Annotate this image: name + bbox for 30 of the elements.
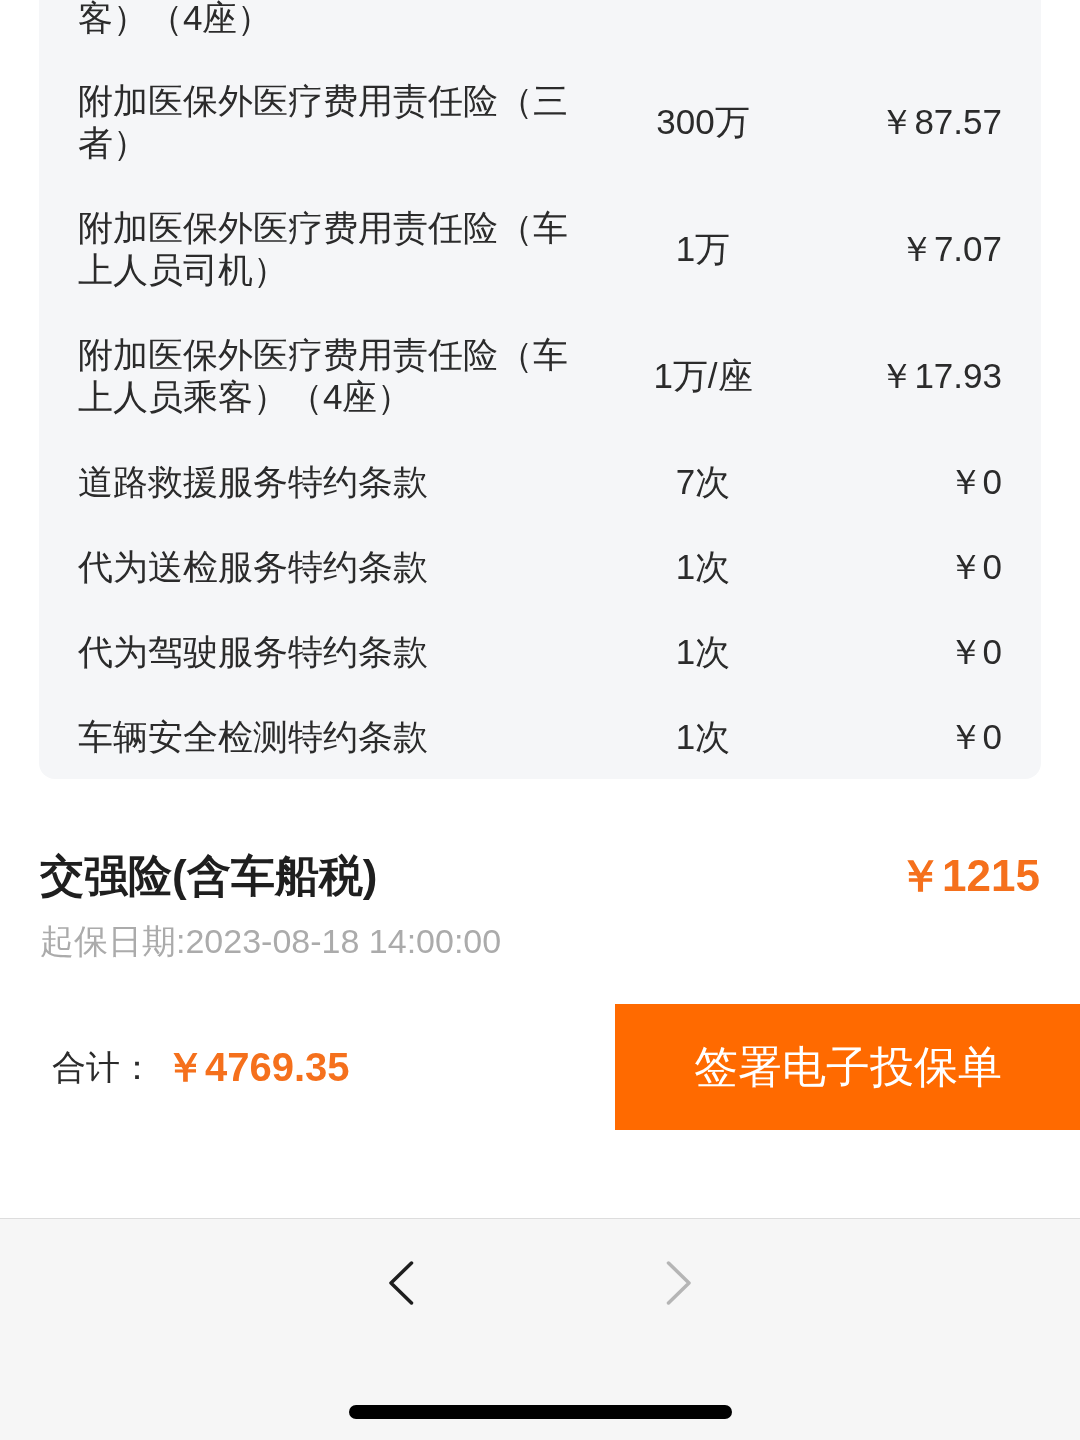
chevron-left-icon <box>388 1261 414 1305</box>
coverage-amount: 1次 <box>675 716 731 756</box>
coverage-name: 代为送检服务特约条款 <box>78 546 428 586</box>
premium-value: ￥17.93 <box>879 355 1002 395</box>
premium-value: ￥7.07 <box>898 228 1002 268</box>
total-label: 合计： <box>52 1047 154 1088</box>
coverage-amount: 1万 <box>675 228 731 268</box>
coverage-name: 客）（4座） <box>78 0 273 37</box>
chevron-right-icon <box>666 1261 692 1305</box>
total-amount: ￥4769.35 <box>165 1044 350 1091</box>
premium-value: ￥0 <box>947 461 1002 501</box>
coverage-amount: 300万 <box>656 101 750 141</box>
coverage-name: 附加医保外医疗费用责任险（三者） <box>78 80 568 162</box>
coverage-name: 车辆安全检测特约条款 <box>78 716 428 756</box>
section-title: 交强险(含车船税) <box>40 850 378 902</box>
coverage-name: 代为驾驶服务特约条款 <box>78 631 428 671</box>
premium-value: ￥0 <box>947 631 1002 671</box>
coverage-amount: 1万/座 <box>653 355 753 395</box>
sign-button[interactable]: 签署电子投保单 <box>615 1004 1080 1130</box>
premium-value: ￥87.57 <box>879 101 1002 141</box>
section-price: ￥1215 <box>898 850 1040 902</box>
coverage-amount: 7次 <box>675 461 731 501</box>
start-date: 起保日期:2023-08-18 14:00:00 <box>40 922 502 960</box>
coverage-name: 附加医保外医疗费用责任险（车上人员司机） <box>78 207 568 289</box>
coverage-amount: 1次 <box>675 546 731 586</box>
coverage-name: 附加医保外医疗费用责任险（车上人员乘客）（4座） <box>78 334 568 416</box>
coverage-amount: 1次 <box>675 631 731 671</box>
premium-value: ￥0 <box>947 716 1002 756</box>
premium-value: ￥0 <box>947 546 1002 586</box>
coverage-name: 道路救援服务特约条款 <box>78 461 428 501</box>
